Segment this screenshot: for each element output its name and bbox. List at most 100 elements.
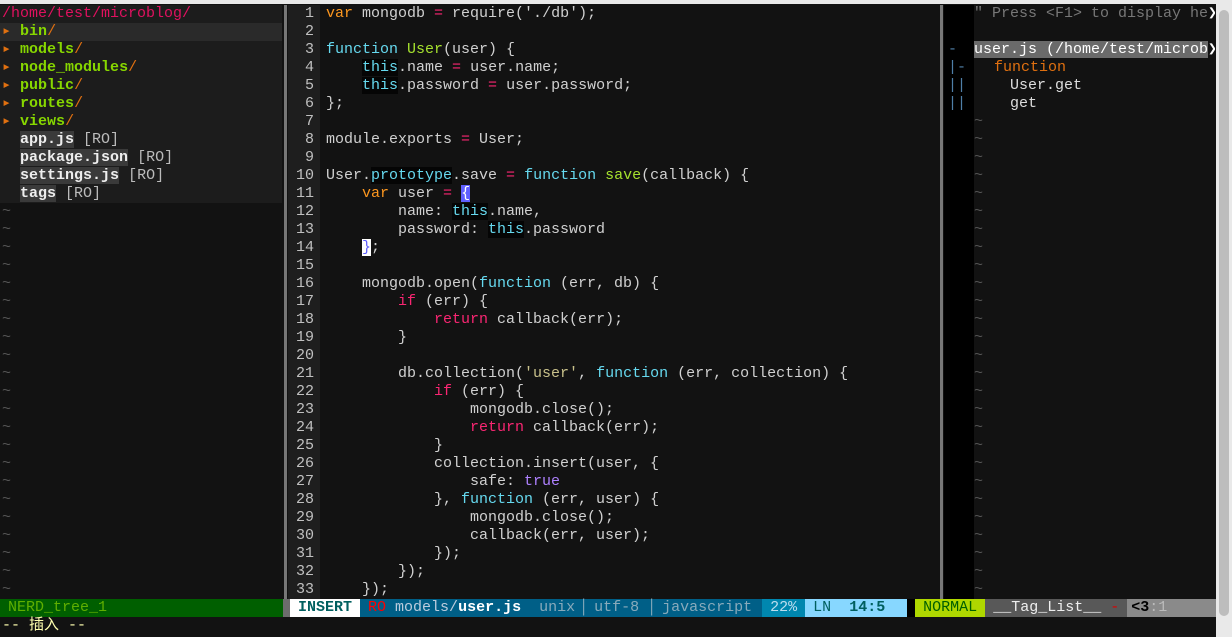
line-text[interactable]: name: this.name, (320, 203, 542, 221)
expand-arrow-icon[interactable]: ▸ (2, 23, 11, 40)
code-line[interactable]: 31 }); (288, 545, 940, 563)
code-line[interactable]: 7 (288, 113, 940, 131)
line-text[interactable]: db.collection('user', function (err, col… (320, 365, 848, 383)
code-line[interactable]: 11 var user = { (288, 185, 940, 203)
split-divider[interactable] (284, 5, 287, 599)
line-text[interactable]: var mongodb = require('./db'); (320, 5, 596, 23)
code-line[interactable]: 26 collection.insert(user, { (288, 455, 940, 473)
line-text[interactable]: } (320, 437, 443, 455)
code-line[interactable]: 24 return callback(err); (288, 419, 940, 437)
expand-arrow-icon[interactable]: ▸ (2, 77, 11, 94)
code-line[interactable]: 9 (288, 149, 940, 167)
line-text[interactable]: }; (320, 95, 344, 113)
line-text[interactable]: callback(err, user); (320, 527, 650, 545)
line-text[interactable]: }); (320, 581, 389, 599)
taglist-type-function[interactable]: function (974, 59, 1215, 77)
code-line[interactable]: 13 password: this.password (288, 221, 940, 239)
line-text[interactable]: return callback(err); (320, 311, 623, 329)
line-text[interactable]: }, function (err, user) { (320, 491, 659, 509)
tree-root[interactable]: /home/test/microblog/ (0, 5, 282, 23)
vim-terminal[interactable]: /home/test/microblog/▸ bin/▸ models/▸ no… (0, 4, 1216, 637)
code-line[interactable]: 5 this.password = user.password; (288, 77, 940, 95)
code-line[interactable]: 27 safe: true (288, 473, 940, 491)
code-line[interactable]: 28 }, function (err, user) { (288, 491, 940, 509)
tree-dir[interactable]: ▸ node_modules/ (0, 59, 282, 77)
line-text[interactable] (320, 149, 326, 167)
line-text[interactable]: this.name = user.name; (320, 59, 560, 77)
tree-file[interactable]: settings.js [RO] (0, 167, 282, 185)
line-text[interactable]: mongodb.close(); (320, 509, 614, 527)
code-line[interactable]: 23 mongodb.close(); (288, 401, 940, 419)
code-line[interactable]: 33 }); (288, 581, 940, 599)
code-line[interactable]: 4 this.name = user.name; (288, 59, 940, 77)
tree-dir[interactable]: ▸ routes/ (0, 95, 282, 113)
line-text[interactable]: if (err) { (320, 383, 524, 401)
line-text[interactable]: var user = { (320, 185, 471, 203)
line-text[interactable]: this.password = user.password; (320, 77, 632, 95)
line-text[interactable]: collection.insert(user, { (320, 455, 659, 473)
line-text[interactable] (320, 113, 326, 131)
tree-file[interactable]: app.js [RO] (0, 131, 282, 149)
line-text[interactable]: password: this.password (320, 221, 605, 239)
empty-line-marker: ~ (974, 347, 984, 364)
code-line[interactable]: 10 User.prototype.save = function save(ca… (288, 167, 940, 185)
tree-dir[interactable]: ▸ views/ (0, 113, 282, 131)
empty-line-marker: ~ (974, 167, 984, 184)
nerdtree-pane[interactable]: /home/test/microblog/▸ bin/▸ models/▸ no… (0, 5, 282, 599)
scrollbar-thumb[interactable] (1219, 10, 1229, 616)
line-text[interactable]: }); (320, 545, 461, 563)
code-line[interactable]: 15 (288, 257, 940, 275)
code-line[interactable]: 3 function User(user) { (288, 41, 940, 59)
line-number: 28 (288, 491, 320, 509)
expand-arrow-icon[interactable]: ▸ (2, 41, 11, 58)
line-text[interactable] (320, 257, 326, 275)
taglist-tag[interactable]: User.get (974, 77, 1215, 95)
code-line[interactable]: 20 (288, 347, 940, 365)
line-text[interactable]: mongodb.open(function (err, db) { (320, 275, 659, 293)
code-line[interactable]: 18 return callback(err); (288, 311, 940, 329)
taglist-file[interactable]: user.js (/home/test/microb❯ (974, 41, 1215, 59)
code-line[interactable]: 30 callback(err, user); (288, 527, 940, 545)
tree-dir[interactable]: ▸ models/ (0, 41, 282, 59)
tree-file[interactable]: package.json [RO] (0, 149, 282, 167)
command-line[interactable]: -- 插入 -- (0, 617, 86, 635)
code-line[interactable]: 6}; (288, 95, 940, 113)
line-text[interactable]: function User(user) { (320, 41, 515, 59)
code-editor[interactable]: 1 var mongodb = require('./db'); 2 3 functio… (288, 5, 940, 599)
line-text[interactable] (320, 23, 326, 41)
expand-arrow-icon[interactable]: ▸ (2, 95, 11, 112)
code-line[interactable]: 1 var mongodb = require('./db'); (288, 5, 940, 23)
split-divider[interactable] (940, 5, 943, 599)
code-line[interactable]: 32 }); (288, 563, 940, 581)
line-text[interactable]: module.exports = User; (320, 131, 524, 149)
code-line[interactable]: 29 mongodb.close(); (288, 509, 940, 527)
taglist-pane[interactable]: " Press <F1> to display he❯ user.js (/hom… (974, 5, 1215, 599)
line-text[interactable]: } (320, 329, 407, 347)
expand-arrow-icon[interactable]: ▸ (2, 113, 11, 130)
line-text[interactable]: safe: true (320, 473, 560, 491)
tree-dir[interactable]: ▸ public/ (0, 77, 282, 95)
line-text[interactable]: if (err) { (320, 293, 488, 311)
line-text[interactable]: return callback(err); (320, 419, 659, 437)
line-text[interactable]: }; (320, 239, 380, 257)
code-line[interactable]: 2 (288, 23, 940, 41)
code-line[interactable]: 25 } (288, 437, 940, 455)
code-line[interactable]: 22 if (err) { (288, 383, 940, 401)
code-line[interactable]: 8 module.exports = User; (288, 131, 940, 149)
code-line[interactable]: 21 db.collection('user', function (err, … (288, 365, 940, 383)
scrollbar[interactable] (1216, 4, 1232, 637)
code-line[interactable]: 12 name: this.name, (288, 203, 940, 221)
code-line[interactable]: 17 if (err) { (288, 293, 940, 311)
expand-arrow-icon[interactable]: ▸ (2, 59, 11, 76)
code-line[interactable]: 16 mongodb.open(function (err, db) { (288, 275, 940, 293)
line-number: 27 (288, 473, 320, 491)
tree-file[interactable]: tags [RO] (0, 185, 282, 203)
taglist-tag[interactable]: get (974, 95, 1215, 113)
line-text[interactable]: mongodb.close(); (320, 401, 614, 419)
tree-dir[interactable]: ▸ bin/ (0, 23, 282, 41)
line-text[interactable]: User.prototype.save = function save(call… (320, 167, 749, 185)
line-text[interactable] (320, 347, 326, 365)
code-line[interactable]: 14 }; (288, 239, 940, 257)
code-line[interactable]: 19 } (288, 329, 940, 347)
line-text[interactable]: }); (320, 563, 425, 581)
